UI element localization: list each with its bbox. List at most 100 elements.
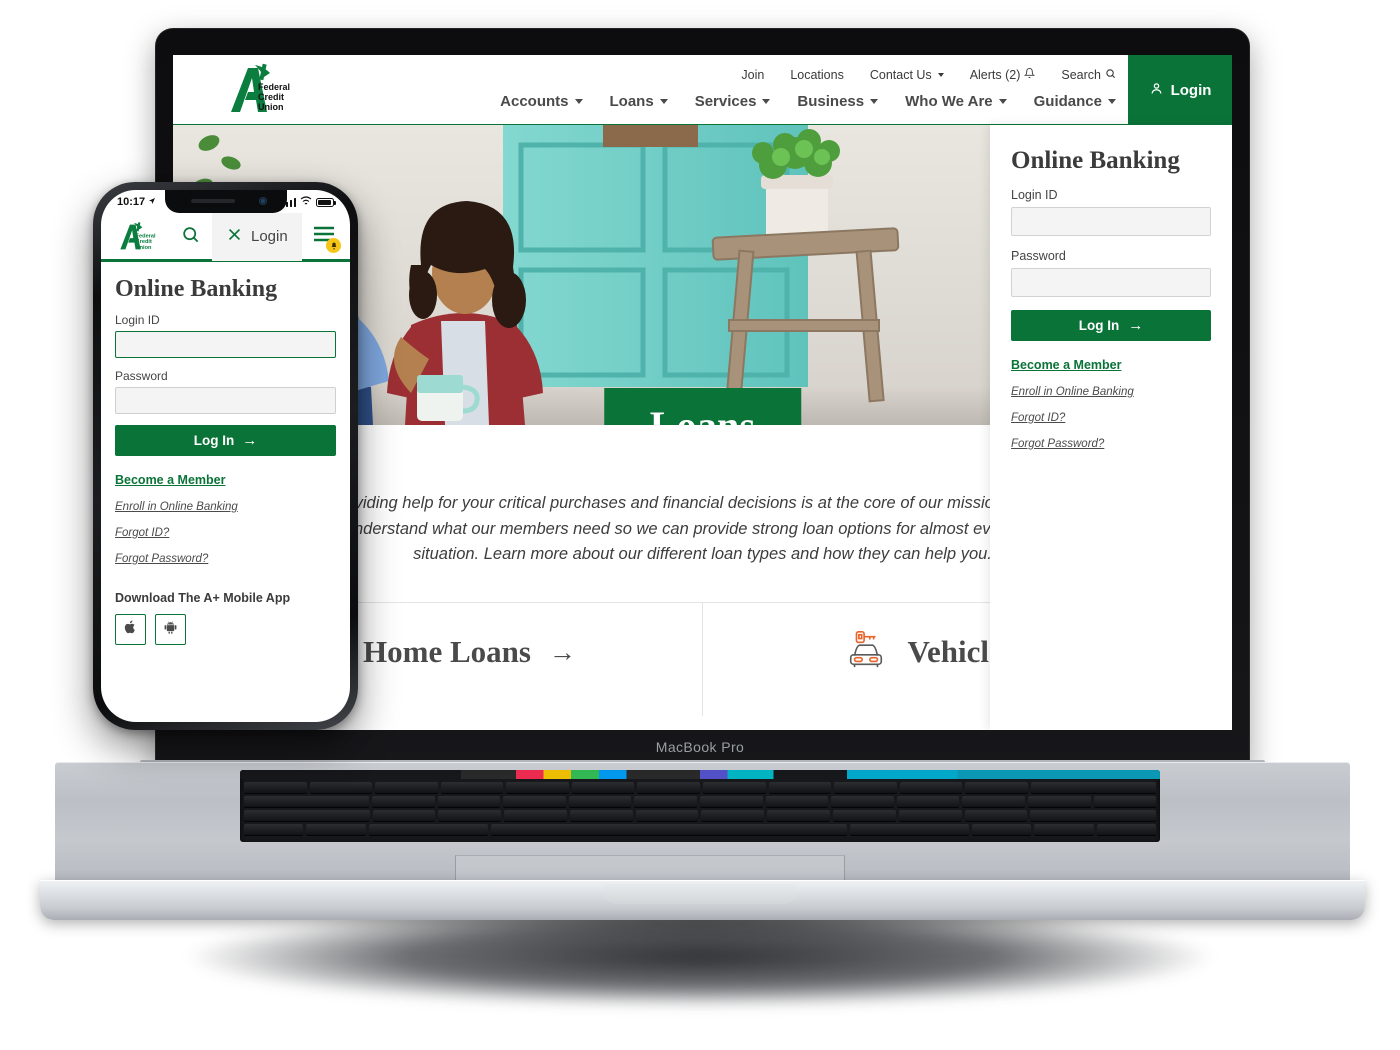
bell-badge-icon — [326, 238, 341, 253]
hero-title-badge: Loans — [603, 388, 802, 425]
nav-item-who-we-are[interactable]: Who We Are — [905, 93, 1007, 110]
forgot-password-link[interactable]: Forgot Password? — [1011, 438, 1211, 450]
utility-nav-label: Join — [741, 67, 765, 82]
main-nav: Accounts Loans Services Business Who We — [500, 93, 1116, 110]
mobile-login-id-input[interactable] — [115, 331, 336, 358]
close-icon — [226, 226, 243, 248]
utility-nav-item-locations[interactable]: Locations — [790, 68, 844, 82]
chevron-down-icon — [659, 99, 668, 104]
login-id-input[interactable] — [1011, 207, 1211, 236]
chevron-down-icon — [870, 99, 879, 104]
utility-nav-item-join[interactable]: Join — [741, 68, 764, 82]
mobile-become-a-member-link[interactable]: Become a Member — [115, 473, 336, 487]
nav-label: Loans — [609, 93, 654, 110]
online-banking-panel: Online Banking Login ID Password Log In … — [990, 125, 1232, 730]
utility-nav-label: Alerts (2) — [969, 67, 1021, 82]
utility-nav: Join Locations Contact Us Alerts (2) Sea… — [741, 67, 1116, 82]
mobile-log-in-label: Log In — [193, 433, 235, 448]
iphone-mockup: 10:17 Federal Credit Union Login Online … — [93, 182, 358, 730]
chevron-down-icon — [1108, 99, 1116, 104]
mobile-enroll-in-online-banking-link[interactable]: Enroll in Online Banking — [115, 501, 336, 513]
touch-bar[interactable] — [240, 770, 1160, 779]
log-in-button[interactable]: Log In → — [1011, 310, 1211, 341]
mobile-password-label: Password — [115, 369, 168, 383]
apfcu-logo-mobile[interactable]: Federal Credit Union — [113, 220, 157, 254]
front-camera-icon — [258, 197, 267, 205]
mobile-log-in-button[interactable]: Log In → — [115, 425, 336, 456]
nav-label: Guidance — [1033, 93, 1102, 110]
header-login-button[interactable]: Login — [1128, 55, 1232, 125]
svg-text:Union: Union — [136, 244, 152, 250]
bell-icon — [1024, 67, 1036, 82]
online-banking-title: Online Banking — [1011, 147, 1180, 174]
mobile-login-label: Login — [251, 228, 288, 245]
mobile-forgot-id-link[interactable]: Forgot ID? — [115, 527, 336, 539]
mobile-login-toggle[interactable]: Login — [212, 212, 302, 261]
screenshot-stage: Federal Credit Union Join Locations Cont… — [0, 0, 1400, 1050]
nav-label: Services — [694, 93, 757, 110]
battery-icon — [316, 197, 336, 207]
forgot-id-link[interactable]: Forgot ID? — [1011, 412, 1211, 424]
login-id-label: Login ID — [1011, 188, 1058, 202]
user-icon — [1149, 81, 1164, 100]
chevron-down-icon — [574, 99, 583, 104]
laptop-keyboard[interactable] — [240, 770, 1160, 842]
nav-item-guidance[interactable]: Guidance — [1034, 93, 1116, 110]
mobile-online-banking-title: Online Banking — [115, 276, 278, 302]
status-time: 10:17 — [117, 196, 146, 208]
phone-screen: 10:17 Federal Credit Union Login Online … — [101, 190, 350, 722]
nav-item-services[interactable]: Services — [695, 93, 771, 110]
mobile-forgot-password-link[interactable]: Forgot Password? — [115, 553, 336, 565]
nav-label: Accounts — [500, 93, 569, 110]
android-icon — [163, 619, 178, 640]
earpiece-speaker — [190, 199, 235, 203]
apple-icon — [123, 619, 138, 640]
enroll-in-online-banking-link[interactable]: Enroll in Online Banking — [1011, 386, 1211, 398]
apfcu-logo[interactable]: Federal Credit Union — [218, 62, 296, 118]
arrow-right-icon: → — [242, 432, 258, 449]
svg-text:Credit: Credit — [258, 92, 284, 102]
nav-label: Business — [797, 93, 865, 110]
mobile-site-header: Federal Credit Union Login — [101, 212, 350, 262]
wifi-icon — [300, 195, 312, 209]
mobile-search-icon[interactable] — [181, 225, 200, 249]
utility-nav-item-contact-us[interactable]: Contact Us — [870, 68, 944, 82]
google-play-store-button[interactable] — [155, 614, 186, 645]
password-label: Password — [1011, 249, 1066, 263]
nav-label: Who We Are — [905, 93, 993, 110]
car-key-icon — [843, 629, 889, 676]
utility-nav-item-search[interactable]: Search — [1061, 68, 1116, 82]
mobile-password-input[interactable] — [115, 387, 336, 414]
card-arrow-icon: → — [548, 636, 576, 667]
phone-notch — [164, 190, 287, 213]
header-login-label: Login — [1170, 81, 1212, 99]
card-home-loans-title: Home Loans — [363, 634, 531, 670]
chevron-down-icon — [998, 99, 1007, 104]
utility-nav-label: Search — [1061, 67, 1101, 82]
mobile-login-id-label: Login ID — [115, 313, 160, 327]
site-header: Federal Credit Union Join Locations Cont… — [173, 55, 1232, 127]
svg-text:Federal: Federal — [258, 82, 290, 92]
become-a-member-link[interactable]: Become a Member — [1011, 358, 1211, 372]
mobile-online-banking-form: Online Banking Login ID Password Log In … — [101, 262, 350, 645]
search-icon — [1105, 68, 1116, 82]
apple-app-store-button[interactable] — [115, 614, 146, 645]
nav-item-loans[interactable]: Loans — [610, 93, 668, 110]
nav-item-accounts[interactable]: Accounts — [500, 93, 583, 110]
mobile-store-buttons — [115, 614, 336, 645]
macbook-label: MacBook Pro — [655, 739, 745, 755]
utility-nav-item-alerts[interactable]: Alerts (2) — [970, 67, 1036, 82]
laptop-base-notch — [605, 884, 795, 904]
nav-item-business[interactable]: Business — [797, 93, 879, 110]
mobile-download-app-title: Download The A+ Mobile App — [115, 591, 291, 605]
location-arrow-icon — [148, 196, 156, 208]
chevron-down-icon — [937, 72, 944, 77]
svg-text:Union: Union — [258, 102, 284, 112]
password-input[interactable] — [1011, 268, 1211, 297]
mobile-hamburger-icon[interactable] — [312, 225, 341, 253]
arrow-right-icon: → — [1128, 317, 1144, 334]
utility-nav-label: Locations — [790, 67, 844, 82]
chevron-down-icon — [762, 99, 771, 104]
utility-nav-label: Contact Us — [869, 67, 932, 82]
log-in-label: Log In — [1078, 318, 1120, 333]
